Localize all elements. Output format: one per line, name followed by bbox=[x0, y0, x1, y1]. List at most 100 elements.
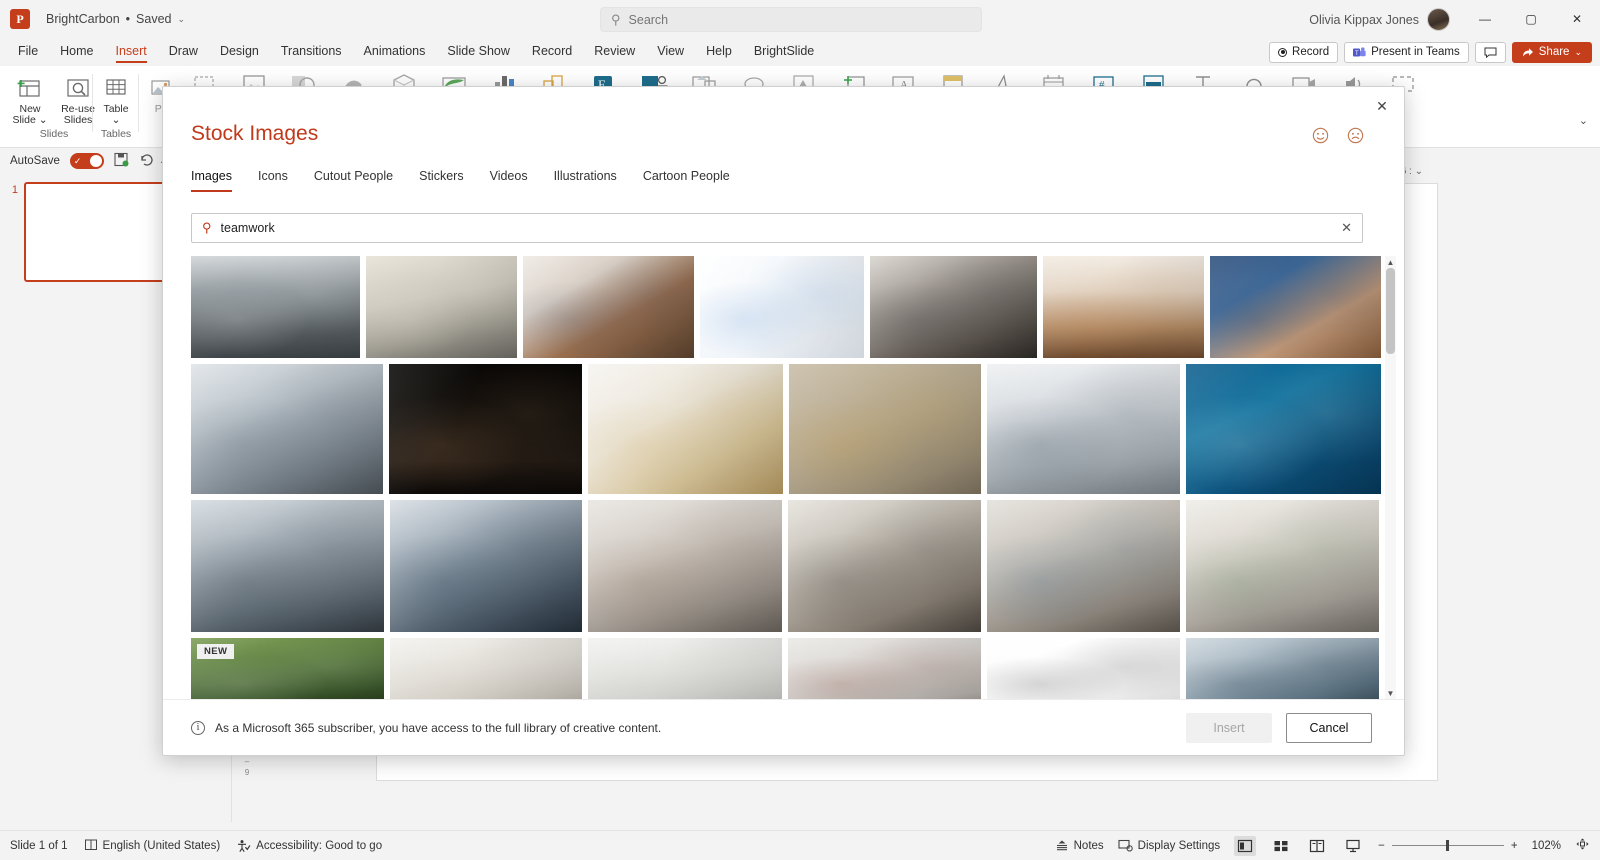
notes-button[interactable]: Notes bbox=[1055, 839, 1104, 852]
cancel-button[interactable]: Cancel bbox=[1286, 712, 1372, 743]
image-tile-overlay bbox=[588, 638, 782, 699]
image-tile-hands-on-blueprint-plans[interactable] bbox=[191, 364, 383, 494]
language-status[interactable]: English (United States) bbox=[84, 839, 220, 852]
zoom-out-button[interactable]: − bbox=[1378, 840, 1385, 852]
scrollbar-thumb[interactable] bbox=[1386, 268, 1395, 354]
image-tile-clasped-hands-teamwork[interactable] bbox=[523, 256, 695, 358]
smiley-face-icon[interactable] bbox=[1312, 127, 1329, 144]
image-tile-overlay bbox=[788, 500, 981, 632]
image-tile-overlay bbox=[191, 256, 360, 358]
image-tile-overlay bbox=[1186, 500, 1379, 632]
image-tile-team-brainstorm-paper-toss[interactable] bbox=[588, 500, 782, 632]
tab-stickers[interactable]: Stickers bbox=[419, 169, 463, 192]
image-tile-gallery-wall-of-frames[interactable] bbox=[390, 638, 582, 699]
new-badge: NEW bbox=[197, 644, 235, 659]
image-tile-overlay bbox=[191, 364, 383, 494]
image-tile-overlay bbox=[587, 364, 783, 494]
notes-label: Notes bbox=[1073, 839, 1104, 852]
normal-view-button[interactable] bbox=[1234, 835, 1257, 856]
image-tile-overlay bbox=[365, 256, 518, 358]
image-tile-overlay bbox=[987, 638, 1180, 699]
image-tile-modern-glass-office-interior[interactable] bbox=[987, 364, 1181, 494]
status-left: Slide 1 of 1 English (United States) Acc… bbox=[0, 839, 382, 853]
image-grid-row: NEW bbox=[191, 638, 1381, 699]
image-tile-boardroom-meeting-window-light[interactable] bbox=[191, 500, 384, 632]
image-grid: NEW bbox=[191, 256, 1382, 699]
tab-cartoon-people[interactable]: Cartoon People bbox=[643, 169, 730, 192]
image-results-grid[interactable]: NEW ▲ ▼ bbox=[191, 256, 1396, 699]
search-input[interactable] bbox=[220, 221, 1333, 235]
image-tile-overhead-desk-collaboration[interactable] bbox=[788, 638, 981, 699]
powerpoint-window: P BrightCarbon • Saved ⌄ ⚲ Olivia Kippax… bbox=[0, 0, 1600, 860]
zoom-handle[interactable] bbox=[1445, 840, 1449, 851]
image-tile-stacked-hands-scrubs[interactable] bbox=[1210, 256, 1381, 358]
scroll-down-arrow-icon[interactable]: ▼ bbox=[1385, 687, 1396, 699]
image-tile-minimal-office-corridor[interactable] bbox=[588, 638, 782, 699]
accessibility-label: Accessibility: Good to go bbox=[256, 839, 383, 852]
image-tile-two-colleagues-with-laptop[interactable] bbox=[870, 256, 1037, 358]
scroll-up-arrow-icon[interactable]: ▲ bbox=[1385, 256, 1396, 268]
zoom-in-button[interactable]: + bbox=[1511, 840, 1518, 852]
tab-icons[interactable]: Icons bbox=[258, 169, 288, 192]
slideshow-view-button[interactable] bbox=[1342, 836, 1364, 856]
image-tile-overlay bbox=[390, 638, 582, 699]
display-settings-button[interactable]: Display Settings bbox=[1118, 839, 1220, 852]
frowny-face-icon[interactable] bbox=[1347, 127, 1364, 144]
image-tile-abstract-network-lines-white[interactable] bbox=[987, 638, 1180, 699]
image-tile-crossed-climbing-ropes[interactable] bbox=[788, 364, 982, 494]
zoom-level[interactable]: 102% bbox=[1532, 840, 1561, 852]
image-tile-celebrating-sports-team[interactable]: NEW bbox=[191, 638, 384, 699]
image-tile-rowing-eight-aerial-blue-water[interactable] bbox=[1186, 364, 1382, 494]
image-tile-student-in-hijab-classroom[interactable] bbox=[987, 500, 1180, 632]
image-tile-children-in-helmets-team[interactable] bbox=[1186, 638, 1379, 699]
clear-icon[interactable]: ✕ bbox=[1341, 220, 1352, 236]
notes-icon bbox=[1056, 840, 1067, 851]
dialog-title: Stock Images bbox=[191, 122, 319, 145]
tab-cutout-people[interactable]: Cutout People bbox=[314, 169, 393, 192]
accessibility-status[interactable]: Accessibility: Good to go bbox=[236, 839, 382, 853]
accessibility-icon bbox=[238, 839, 251, 852]
image-tile-row-of-diverse-hands[interactable] bbox=[1043, 256, 1205, 358]
slideshow-icon bbox=[1346, 839, 1360, 852]
image-tile-interlocking-gold-paperclips[interactable] bbox=[587, 364, 783, 494]
image-tile-business-handshake-discussion[interactable] bbox=[788, 500, 981, 632]
image-tile-abstract-dot-network-pastel[interactable] bbox=[700, 256, 865, 358]
image-tile-open-plan-office-colleagues[interactable] bbox=[365, 256, 518, 358]
tab-illustrations[interactable]: Illustrations bbox=[554, 169, 617, 192]
image-grid-row bbox=[191, 364, 1382, 494]
tab-videos[interactable]: Videos bbox=[490, 169, 528, 192]
fit-to-window-icon[interactable] bbox=[1575, 837, 1590, 854]
results-scrollbar[interactable]: ▲ ▼ bbox=[1385, 256, 1396, 699]
zoom-track[interactable] bbox=[1391, 840, 1504, 851]
image-tile-two-women-laptop-conversation[interactable] bbox=[390, 500, 582, 632]
dialog-buttons: Insert Cancel bbox=[1186, 712, 1404, 743]
subscriber-note: i As a Microsoft 365 subscriber, you hav… bbox=[163, 720, 662, 735]
image-tile-bright-office-team-planning[interactable] bbox=[1186, 500, 1379, 632]
image-tile-overlay bbox=[1186, 364, 1382, 494]
slide-count[interactable]: Slide 1 of 1 bbox=[10, 840, 68, 852]
image-tile-glass-walled-office-meeting[interactable] bbox=[191, 256, 360, 358]
insert-button[interactable]: Insert bbox=[1186, 712, 1272, 743]
feedback-buttons bbox=[1312, 127, 1364, 144]
close-icon[interactable]: ✕ bbox=[1368, 93, 1396, 119]
image-tile-overlay bbox=[1186, 638, 1379, 699]
stock-search-field[interactable]: ⚲ ✕ bbox=[191, 213, 1363, 243]
tab-images[interactable]: Images bbox=[191, 169, 232, 192]
status-bar: Slide 1 of 1 English (United States) Acc… bbox=[0, 830, 1600, 860]
subscriber-note-text: As a Microsoft 365 subscriber, you have … bbox=[215, 720, 662, 735]
image-tile-overlay bbox=[588, 500, 782, 632]
reading-view-button[interactable] bbox=[1306, 836, 1328, 856]
image-tile-overlay bbox=[523, 256, 695, 358]
display-settings-icon bbox=[1118, 839, 1133, 852]
image-tile-raised-fists-dark-background[interactable] bbox=[388, 364, 582, 494]
image-grid-row bbox=[191, 256, 1381, 358]
language-icon bbox=[84, 839, 97, 850]
zoom-slider[interactable]: − + bbox=[1378, 840, 1517, 852]
slide-sorter-view-button[interactable] bbox=[1270, 836, 1292, 856]
image-grid-row bbox=[191, 500, 1381, 632]
image-tile-overlay bbox=[870, 256, 1037, 358]
image-tile-overlay bbox=[191, 500, 384, 632]
normal-view-icon bbox=[1238, 839, 1253, 852]
info-icon: i bbox=[191, 720, 205, 735]
stock-images-dialog: ✕ Stock Images Images Icons Cutout Peopl… bbox=[162, 86, 1405, 756]
